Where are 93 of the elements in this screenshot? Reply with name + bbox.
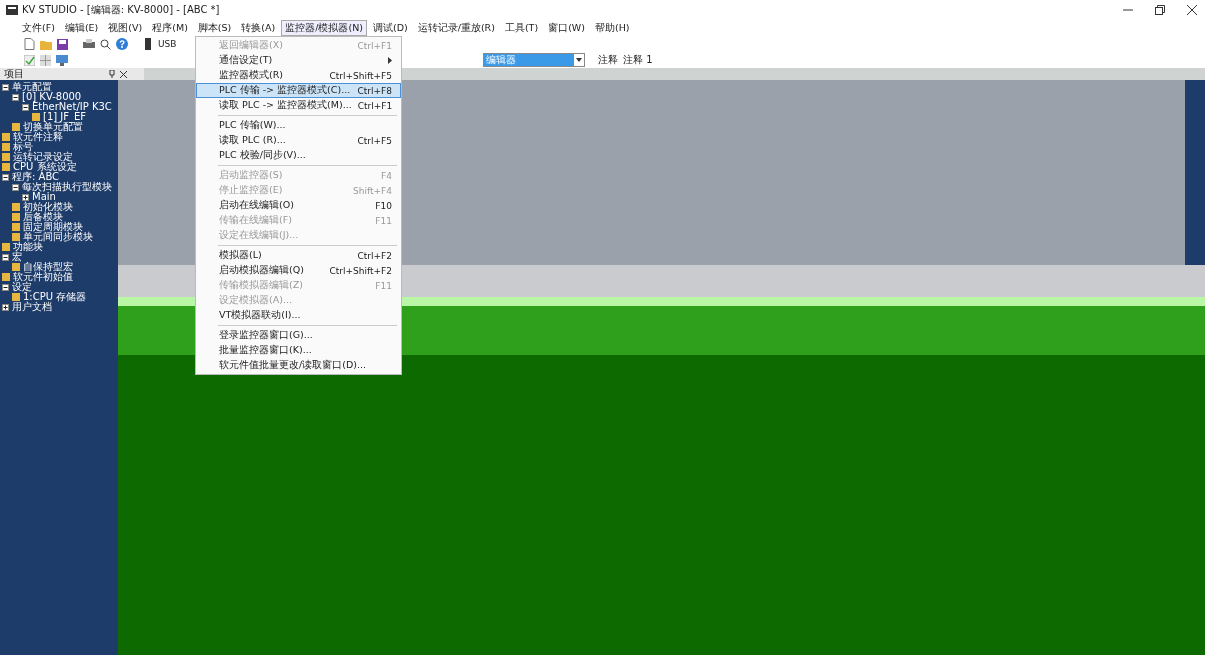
tree-item[interactable]: 软元件初始值 (13, 272, 73, 282)
node-icon (12, 233, 20, 241)
node-icon (2, 243, 10, 251)
close-icon[interactable] (1187, 5, 1197, 15)
menu-item[interactable]: 程序(M) (148, 20, 192, 36)
menu-item[interactable]: 窗口(W) (544, 20, 589, 36)
save-icon[interactable] (57, 38, 68, 50)
tree-item[interactable]: EtherNet/IP K3C (32, 102, 112, 112)
tree-item[interactable]: 单元间同步模块 (23, 232, 93, 242)
caret-icon[interactable] (576, 58, 582, 62)
menu-item[interactable]: 调试(D) (368, 20, 412, 36)
menu-item[interactable]: 视图(V) (104, 20, 147, 36)
monitor-icon[interactable] (56, 54, 68, 66)
menu-item[interactable]: 文件(F) (18, 20, 59, 36)
collapse-icon[interactable] (2, 83, 9, 91)
restore-icon[interactable] (1155, 5, 1165, 15)
menu-entry[interactable]: 模拟器(L) Ctrl+F2 (196, 248, 401, 263)
node-icon (2, 133, 10, 141)
menu-item[interactable]: 监控器/模拟器(N) (281, 20, 367, 36)
tree-item[interactable]: 每次扫描执行型模块 (22, 182, 112, 192)
tree-item[interactable]: 后备模块 (23, 212, 63, 222)
node-icon (12, 223, 20, 231)
tree-item[interactable]: 单元配置 (12, 82, 52, 92)
check-icon[interactable] (24, 54, 35, 66)
menu-entry[interactable]: PLC 传输(W)... (196, 118, 401, 133)
close-icon[interactable] (120, 70, 127, 78)
tree-item[interactable]: [1] JF_EF (43, 112, 87, 122)
collapse-icon[interactable] (2, 283, 9, 291)
comment-label: 注释 (598, 53, 618, 67)
menu-entry[interactable]: PLC 校验/同步(V)... (196, 148, 401, 163)
node-icon (12, 213, 20, 221)
tree-item[interactable]: 程序: ABC (12, 172, 60, 182)
menu-item[interactable]: 脚本(S) (193, 20, 236, 36)
collapse-icon[interactable] (2, 173, 9, 181)
collapse-icon[interactable] (12, 183, 19, 191)
tree-item[interactable]: 宏 (12, 252, 22, 262)
tree-item[interactable]: 初始化模块 (23, 202, 73, 212)
menu-entry[interactable]: 登录监控器窗口(G)... (196, 328, 401, 343)
connection-label: USB (158, 39, 177, 49)
grid-icon[interactable] (40, 54, 51, 66)
expand-icon[interactable] (2, 303, 9, 311)
tree-item[interactable]: 运转记录设定 (13, 152, 73, 162)
menu-entry[interactable]: 监控器模式(R) Ctrl+Shift+F5 (196, 68, 401, 83)
menu-item[interactable]: 帮助(H) (590, 20, 634, 36)
tree-item[interactable]: 固定周期模块 (23, 222, 83, 232)
menu-entry[interactable]: 通信设定(T) (196, 53, 401, 68)
node-icon (2, 143, 10, 151)
node-icon (12, 263, 20, 271)
tree-item[interactable]: 标号 (13, 142, 33, 152)
menu-entry[interactable]: PLC 传输 -> 监控器模式(C)... Ctrl+F8 (196, 83, 401, 98)
pin-icon[interactable] (108, 70, 116, 78)
menu-entry[interactable]: 启动在线编辑(O) F10 (196, 198, 401, 213)
tree-item[interactable]: 1:CPU 存储器 (23, 292, 87, 302)
node-icon (12, 123, 20, 131)
search-icon[interactable] (100, 38, 111, 50)
window-title: KV STUDIO - [编辑器: KV-8000] - [ABC *] (22, 3, 220, 17)
new-file-icon[interactable] (24, 38, 35, 50)
node-icon (2, 163, 10, 171)
tree-item[interactable]: CPU 系统设定 (13, 162, 77, 172)
menu-entry[interactable]: 启动模拟器编辑(Q) Ctrl+Shift+F2 (196, 263, 401, 278)
node-icon (2, 273, 10, 281)
menu-item[interactable]: 转换(A) (237, 20, 280, 36)
collapse-icon[interactable] (12, 93, 19, 101)
menu-item[interactable]: 运转记录/重放(R) (413, 20, 499, 36)
collapse-icon[interactable] (22, 103, 29, 111)
menu-item[interactable]: 编辑(E) (60, 20, 103, 36)
tree-item[interactable]: Main (32, 192, 56, 202)
panel-title: 项目 (4, 67, 24, 81)
node-icon (2, 153, 10, 161)
menu-entry[interactable]: 软元件值批量更改/读取窗口(D)... (196, 358, 401, 373)
app-icon (6, 5, 18, 15)
menu-item[interactable]: 工具(T) (500, 20, 543, 36)
tree-item[interactable]: 自保持型宏 (23, 262, 73, 272)
tree-item[interactable]: 设定 (12, 282, 32, 292)
tree-item[interactable]: 功能块 (13, 242, 43, 252)
menu-entry[interactable]: 读取 PLC (R)... Ctrl+F5 (196, 133, 401, 148)
connection-icon[interactable] (143, 38, 153, 50)
node-icon (12, 293, 20, 301)
expand-icon[interactable] (22, 193, 29, 201)
node-icon (12, 203, 20, 211)
help-icon[interactable] (116, 38, 128, 50)
node-icon (32, 113, 40, 121)
menu-entry[interactable]: VT模拟器联动(I)... (196, 308, 401, 323)
tree-item[interactable]: 用户文档 (12, 302, 52, 312)
menu-entry[interactable]: 读取 PLC -> 监控器模式(M)... Ctrl+F1 (196, 98, 401, 113)
tree-item[interactable]: 切换单元配置 (23, 122, 83, 132)
collapse-icon[interactable] (2, 253, 9, 261)
menu-entry[interactable]: 批量监控器窗口(K)... (196, 343, 401, 358)
submenu-arrow-icon (388, 57, 392, 64)
comment-dropdown[interactable]: 注释 1 (623, 53, 743, 67)
tree-item[interactable]: 软元件注释 (13, 132, 63, 142)
tree-item[interactable]: [0] KV-8000 (22, 92, 82, 102)
print-icon[interactable] (83, 38, 95, 50)
